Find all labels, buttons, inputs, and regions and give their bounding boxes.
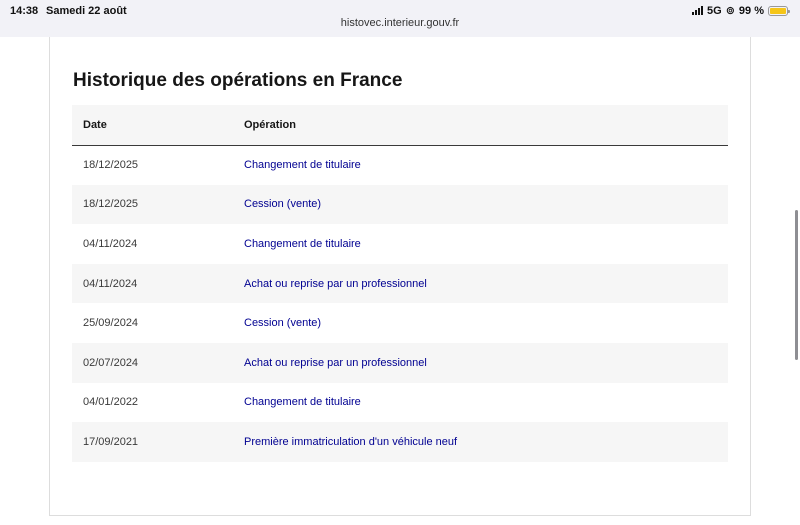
operation-name: Première immatriculation d'un véhicule n… bbox=[244, 435, 458, 448]
url-text[interactable]: histovec.interieur.gouv.fr bbox=[341, 17, 459, 29]
operation-name: Achat ou reprise par un professionnel bbox=[244, 277, 427, 290]
operation-date: 25/09/2024 bbox=[83, 317, 139, 330]
operation-date: 18/12/2025 bbox=[83, 159, 139, 172]
table-row: 04/01/2022 Changement de titulaire bbox=[72, 383, 728, 423]
table-row: 17/09/2021 Première immatriculation d'un … bbox=[72, 422, 728, 462]
network-type: 5G bbox=[707, 4, 722, 17]
operation-date: 17/09/2021 bbox=[83, 435, 139, 448]
table-header-row: Date Opération bbox=[72, 105, 728, 145]
operation-name: Changement de titulaire bbox=[244, 396, 361, 409]
table-row: 04/11/2024 Changement de titulaire bbox=[72, 224, 728, 264]
operation-date: 04/11/2024 bbox=[83, 237, 138, 250]
section-title: Historique des opérations en France bbox=[73, 70, 403, 91]
table-row: 04/11/2024 Achat ou reprise par un profes… bbox=[72, 263, 728, 304]
operation-date: 04/01/2022 bbox=[83, 396, 139, 409]
operation-date: 02/07/2024 bbox=[83, 356, 139, 369]
table-row: 18/12/2025 Changement de titulaire bbox=[72, 145, 728, 185]
operation-name: Achat ou reprise par un professionnel bbox=[244, 356, 427, 369]
table-row: 02/07/2024 Achat ou reprise par un profes… bbox=[72, 342, 728, 383]
address-bar[interactable]: histovec.interieur.gouv.fr bbox=[0, 17, 800, 37]
operation-name: Changement de titulaire bbox=[244, 159, 361, 172]
operation-date: 04/11/2024 bbox=[83, 277, 138, 290]
column-header-date: Date bbox=[83, 118, 107, 131]
status-time: 14:38 bbox=[10, 5, 39, 17]
table-row: 18/12/2025 Cession (vente) bbox=[72, 184, 728, 225]
operation-name: Cession (vente) bbox=[244, 317, 322, 330]
scrollbar[interactable] bbox=[795, 210, 798, 360]
operation-date: 18/12/2025 bbox=[83, 198, 139, 211]
battery-level bbox=[770, 7, 786, 14]
operations-table: Date Opération 18/12/2025 Changement de t… bbox=[72, 105, 728, 462]
column-header-operation: Opération bbox=[244, 118, 296, 131]
operation-name: Cession (vente) bbox=[244, 198, 322, 211]
table-row: 25/09/2024 Cession (vente) bbox=[72, 303, 728, 343]
operation-name: Changement de titulaire bbox=[244, 237, 361, 250]
status-date: Samedi 22 août bbox=[46, 5, 127, 17]
battery-percentage: 99 % bbox=[738, 4, 764, 17]
orientation-lock-icon: ⊚ bbox=[725, 5, 735, 17]
battery-icon bbox=[768, 5, 790, 16]
cellular-signal-icon bbox=[692, 6, 704, 15]
status-indicators: 5G ⊚ 99 % bbox=[692, 4, 790, 17]
